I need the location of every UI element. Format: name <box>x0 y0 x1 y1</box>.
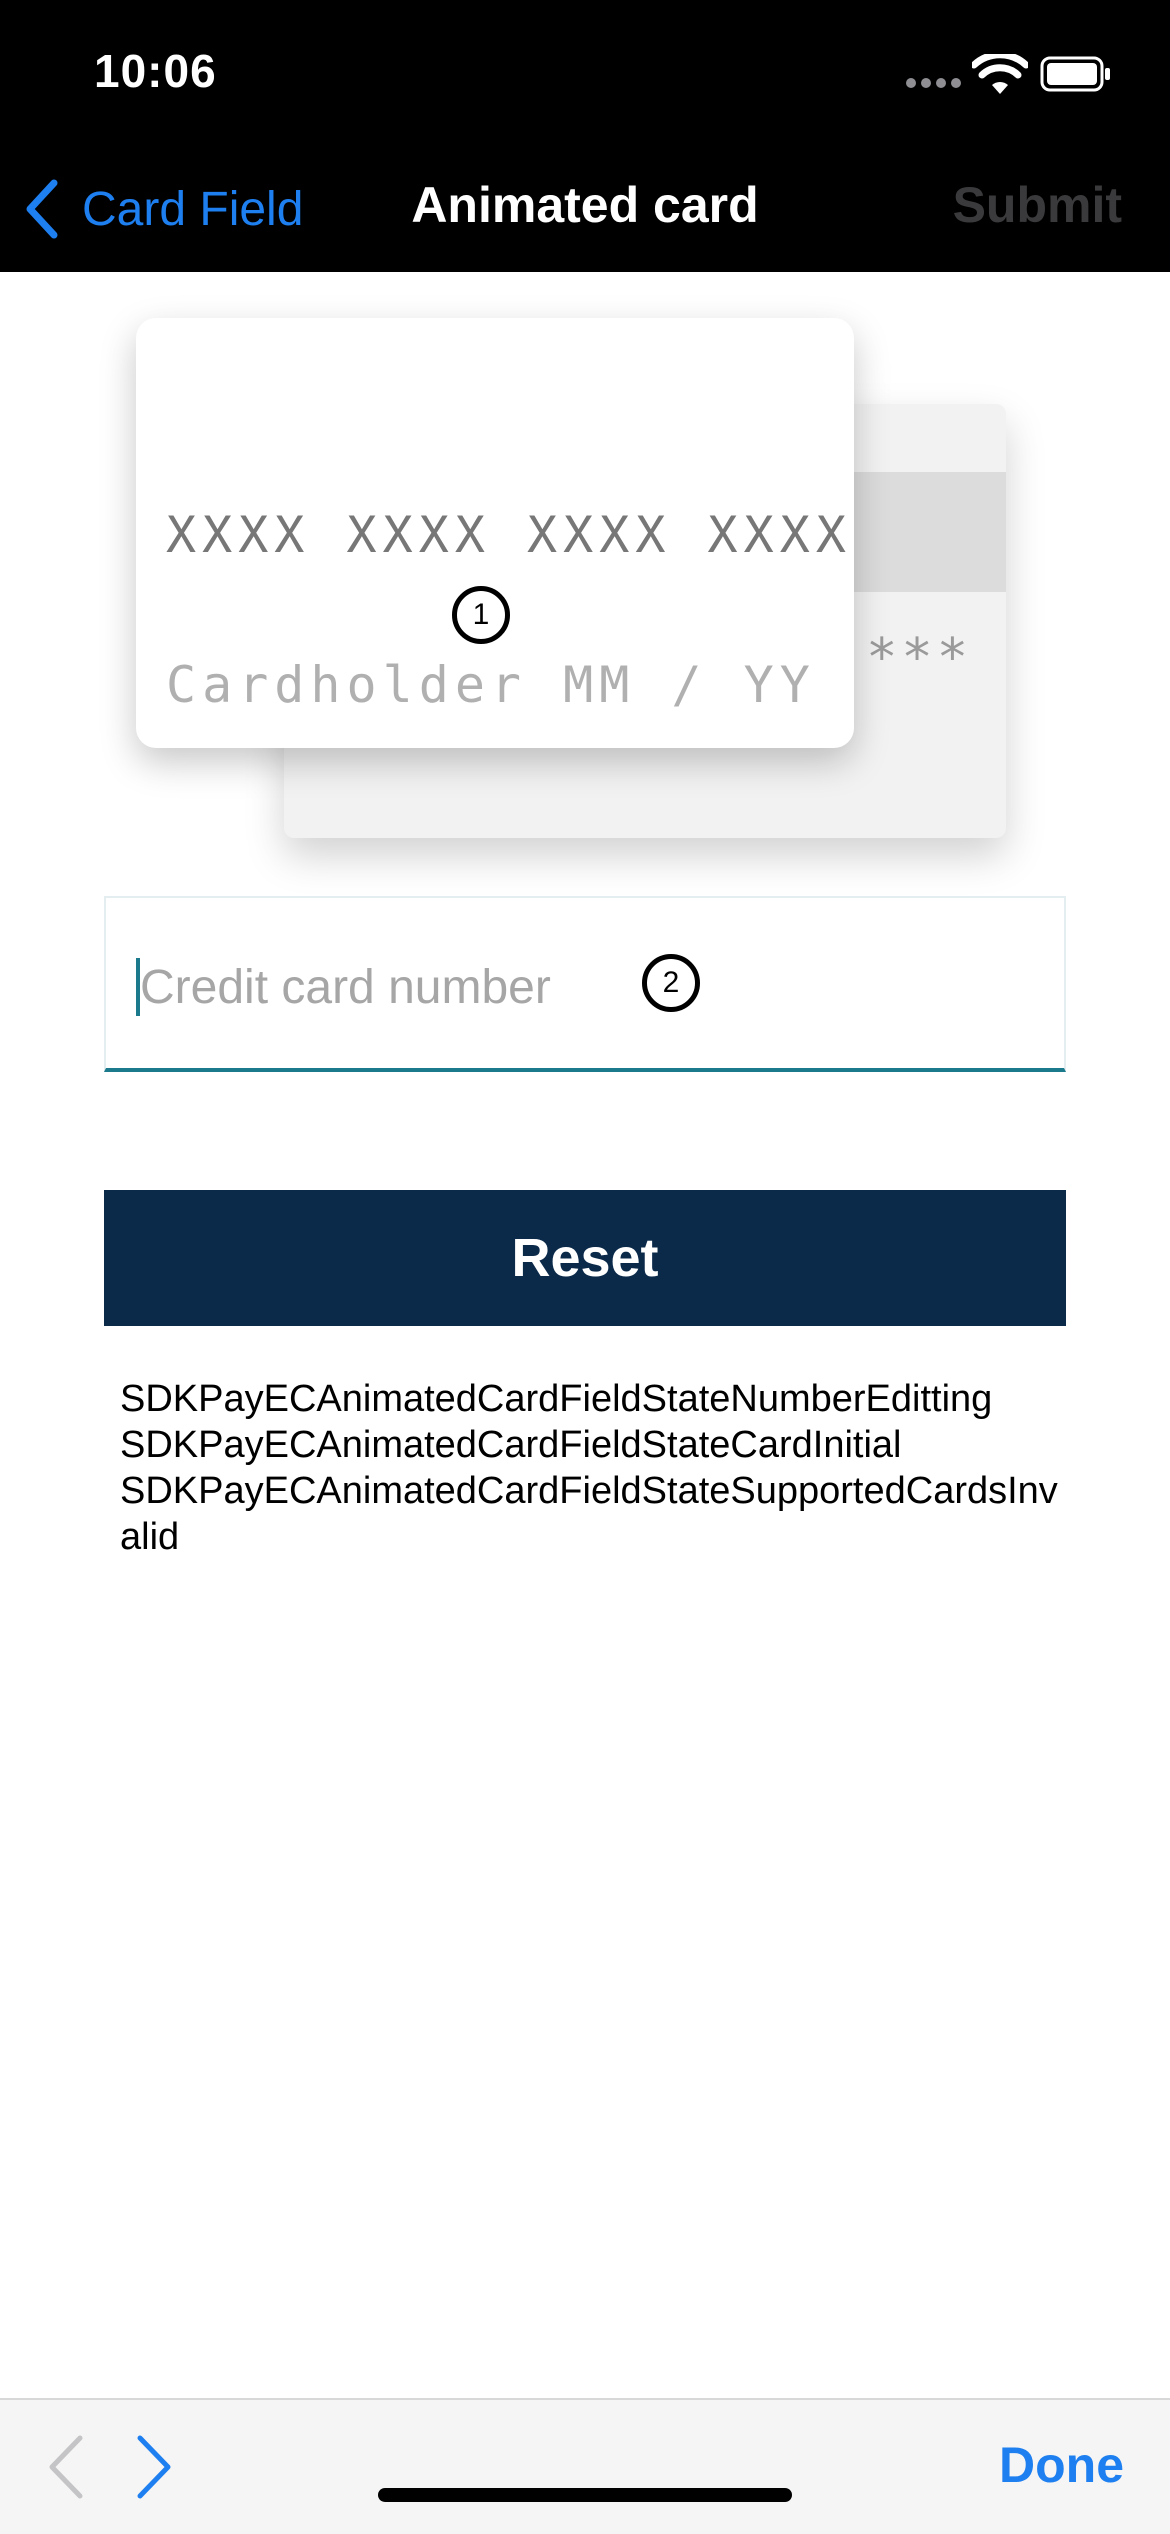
state-line: SDKPayECAnimatedCardFieldStateSupportedC… <box>120 1470 1058 1558</box>
chevron-left-icon <box>26 179 58 239</box>
back-button[interactable]: Card Field <box>24 174 303 244</box>
card-number-placeholder: XXXX XXXX XXXX XXXX <box>166 506 852 564</box>
navigation-bar: 10:06 Card Field Animated card Submit <box>0 0 1170 272</box>
card-holder-expiry: Cardholder MM / YY <box>166 656 816 714</box>
chevron-left-icon[interactable] <box>44 2432 88 2502</box>
status-time: 10:06 <box>94 45 217 97</box>
submit-button[interactable]: Submit <box>953 176 1122 234</box>
back-button-label: Card Field <box>82 182 304 236</box>
card-cvv: *** <box>866 628 972 688</box>
card-number-field[interactable]: 2 <box>104 896 1066 1072</box>
annotation-marker-2: 2 <box>642 954 700 1012</box>
done-button[interactable]: Done <box>999 2436 1124 2494</box>
card-front: XXXX XXXX XXXX XXXX 1 Cardholder MM / YY <box>136 318 854 748</box>
cellular-signal-icon <box>906 78 962 92</box>
battery-icon <box>1040 56 1110 92</box>
keyboard-toolbar: Done <box>0 2398 1170 2534</box>
home-indicator <box>378 2488 792 2502</box>
wifi-icon <box>972 54 1028 94</box>
chevron-right-icon[interactable] <box>132 2432 176 2502</box>
annotation-marker-1: 1 <box>452 586 510 644</box>
reset-button[interactable]: Reset <box>104 1190 1066 1326</box>
state-line: SDKPayECAnimatedCardFieldStateCardInitia… <box>120 1424 902 1466</box>
state-line: SDKPayECAnimatedCardFieldStateNumberEdit… <box>120 1378 993 1420</box>
state-log: SDKPayECAnimatedCardFieldStateNumberEdit… <box>120 1376 1060 1560</box>
